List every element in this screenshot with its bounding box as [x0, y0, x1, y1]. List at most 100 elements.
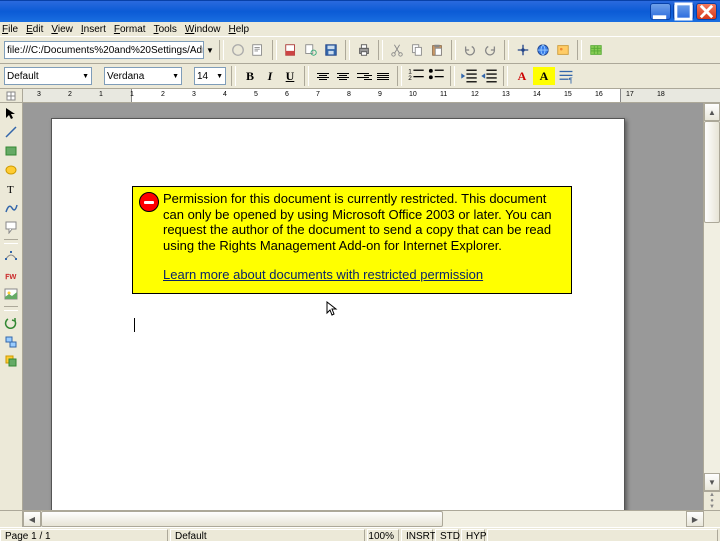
ruler-tick: 9 [378, 91, 382, 98]
document-canvas[interactable]: Permission for this document is currentl… [23, 103, 703, 510]
left-toolbar: T ꜰᴡ [0, 103, 23, 510]
status-insrt[interactable]: INSRT [401, 529, 433, 541]
menu-edit[interactable]: Edit [26, 24, 43, 35]
page-nav-buttons[interactable]: ▲●▼ [704, 491, 720, 510]
rotate-tool-icon[interactable] [4, 316, 18, 330]
scroll-down-button[interactable]: ▼ [704, 473, 720, 491]
permission-warning-box: Permission for this document is currentl… [132, 186, 572, 294]
ruler-corner[interactable] [0, 89, 23, 102]
rect-tool-icon[interactable] [4, 144, 18, 158]
image-tool-icon[interactable] [4, 287, 18, 301]
gallery-icon[interactable] [555, 42, 571, 58]
stop-icon[interactable] [230, 42, 246, 58]
fontwork-tool-icon[interactable]: ꜰᴡ [4, 268, 18, 282]
align-center-button[interactable] [334, 67, 352, 85]
text-caret [134, 318, 135, 332]
menu-insert[interactable]: Insert [81, 24, 106, 35]
underline-button[interactable]: U [281, 67, 299, 85]
scroll-up-button[interactable]: ▲ [704, 103, 720, 121]
toolbar-separator [219, 40, 224, 60]
ruler-tick: 8 [347, 91, 351, 98]
redo-icon[interactable] [482, 42, 498, 58]
increase-indent-button[interactable] [480, 67, 498, 85]
hscroll-thumb[interactable] [41, 511, 443, 527]
curve-tool-icon[interactable] [4, 201, 18, 215]
ruler-tick: 2 [68, 91, 72, 98]
export-pdf-icon[interactable] [283, 42, 299, 58]
text-tool-icon[interactable]: T [4, 182, 18, 196]
no-entry-icon [139, 192, 159, 212]
ruler-tick: 14 [533, 91, 541, 98]
bold-button[interactable]: B [241, 67, 259, 85]
ruler-tick: 18 [657, 91, 665, 98]
url-dropdown-icon[interactable]: ▼ [206, 46, 214, 55]
ruler-tick: 13 [502, 91, 510, 98]
titlebar [0, 0, 720, 22]
align-right-button[interactable] [354, 67, 372, 85]
bullet-list-button[interactable] [427, 67, 445, 85]
horizontal-ruler[interactable]: 321123456789101112131415161718 [23, 89, 720, 102]
paste-icon[interactable] [429, 42, 445, 58]
status-empty [487, 529, 718, 541]
font-size-combo[interactable]: 14 [194, 67, 226, 85]
standard-toolbar: file:///C:/Documents%20and%20Settings/Ad… [0, 36, 720, 64]
callout-tool-icon[interactable] [4, 220, 18, 234]
status-std[interactable]: STD [435, 529, 459, 541]
print-icon[interactable] [356, 42, 372, 58]
save-icon[interactable] [323, 42, 339, 58]
hscroll-track[interactable] [41, 511, 686, 527]
mouse-cursor-icon [326, 301, 338, 320]
toolbar-separator [272, 40, 277, 60]
toolbar-separator [378, 40, 383, 60]
url-box[interactable]: file:///C:/Documents%20and%20Settings/Ad… [4, 41, 204, 59]
menu-window[interactable]: Window [185, 24, 221, 35]
points-tool-icon[interactable] [4, 249, 18, 263]
copy-icon[interactable] [409, 42, 425, 58]
scroll-right-button[interactable]: ▶ [686, 511, 704, 527]
vscroll-thumb[interactable] [704, 121, 720, 223]
italic-button[interactable]: I [261, 67, 279, 85]
status-hyp[interactable]: HYP [461, 529, 485, 541]
navigator-icon[interactable] [515, 42, 531, 58]
vscroll-track[interactable] [704, 121, 720, 473]
vertical-scrollbar[interactable]: ▲ ▼ ▲●▼ [703, 103, 720, 510]
align-left-button[interactable] [314, 67, 332, 85]
highlight-button[interactable]: A [533, 67, 555, 85]
arrow-tool-icon[interactable] [4, 106, 18, 120]
toolbar-separator [4, 306, 18, 311]
edit-icon[interactable] [250, 42, 266, 58]
document-page: Permission for this document is currentl… [51, 118, 625, 510]
paragraph-marks-button[interactable]: ¶ [557, 67, 575, 85]
hscroll-grip [704, 511, 720, 527]
status-style[interactable]: Default [170, 529, 365, 541]
decrease-indent-button[interactable] [460, 67, 478, 85]
toolbar-separator [4, 239, 18, 244]
horizontal-scrollbar[interactable]: ◀ ▶ [0, 510, 720, 527]
cut-icon[interactable] [389, 42, 405, 58]
status-zoom[interactable]: 100% [367, 529, 399, 541]
menu-file[interactable]: File [2, 24, 18, 35]
scroll-left-button[interactable]: ◀ [23, 511, 41, 527]
print-preview-icon[interactable] [303, 42, 319, 58]
learn-more-link[interactable]: Learn more about documents with restrict… [163, 267, 483, 283]
maximize-button[interactable] [673, 3, 694, 20]
font-color-button[interactable]: A [513, 67, 531, 85]
font-name-combo[interactable]: Verdana [104, 67, 182, 85]
menu-view[interactable]: View [51, 24, 73, 35]
hyperlink-icon[interactable] [535, 42, 551, 58]
ellipse-tool-icon[interactable] [4, 163, 18, 177]
numbered-list-button[interactable]: 12 [407, 67, 425, 85]
datasources-icon[interactable] [588, 42, 604, 58]
line-tool-icon[interactable] [4, 125, 18, 139]
undo-icon[interactable] [462, 42, 478, 58]
align-justify-button[interactable] [374, 67, 392, 85]
ruler-tick: 11 [440, 91, 447, 98]
minimize-button[interactable] [650, 3, 671, 20]
menu-help[interactable]: Help [229, 24, 250, 35]
arrange-tool-icon[interactable] [4, 354, 18, 368]
close-button[interactable] [696, 3, 717, 20]
align-tool-icon[interactable] [4, 335, 18, 349]
menu-tools[interactable]: Tools [154, 24, 177, 35]
menu-format[interactable]: Format [114, 24, 146, 35]
paragraph-style-combo[interactable]: Default [4, 67, 92, 85]
